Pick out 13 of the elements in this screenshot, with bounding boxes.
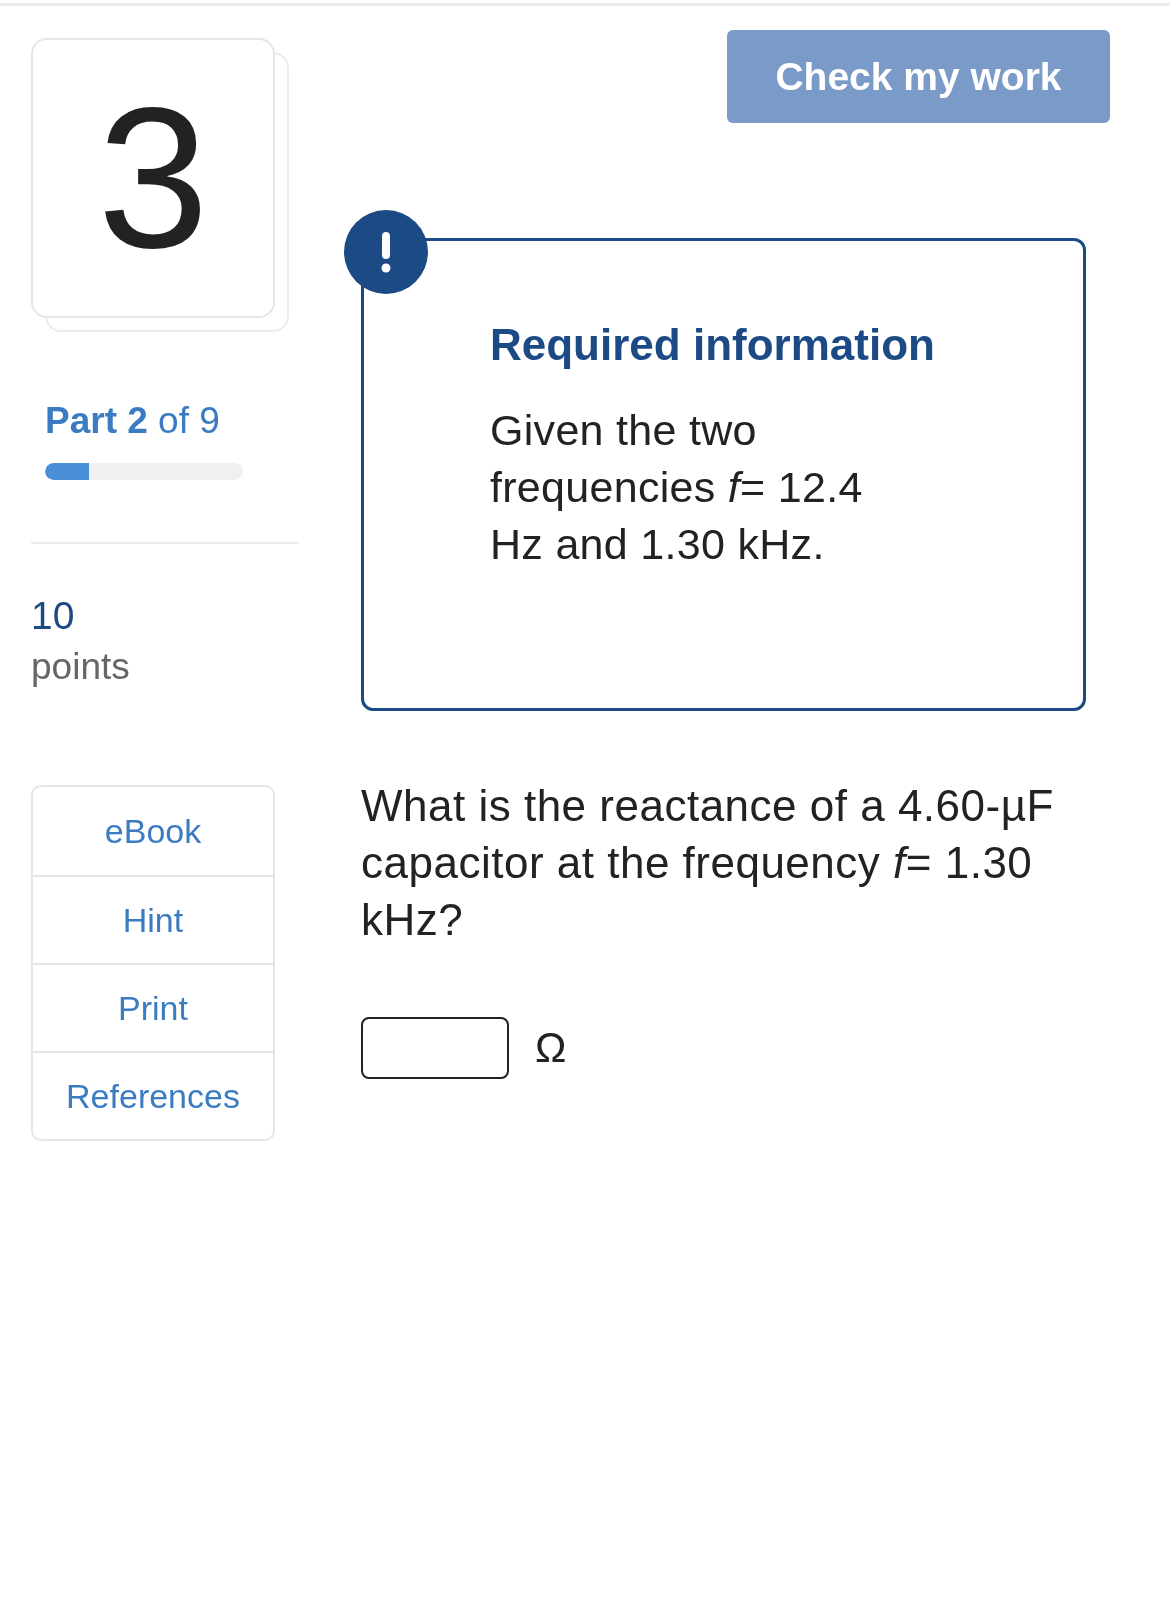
resource-link[interactable]: Print [33,963,273,1051]
answer-field[interactable] [361,1017,509,1079]
part-counter: Part 2 of 9 [45,400,220,442]
question-text: What is the reactance of a 4.60-µF capacitor at the frequency f= 1.30 kHz? [361,780,1055,946]
points-value: 10 [31,594,75,638]
resource-link[interactable]: Hint [33,875,273,963]
info-title: Required information [490,320,935,370]
unit-label: Ω [535,1024,567,1072]
points-label: points [31,646,130,688]
resource-link[interactable]: eBook [33,787,273,875]
resource-link[interactable]: References [33,1051,273,1139]
info-text: Given the two frequencies f= 12.4 Hz and 1.30 kHz. [490,405,864,570]
question-number: 3 [97,78,209,278]
